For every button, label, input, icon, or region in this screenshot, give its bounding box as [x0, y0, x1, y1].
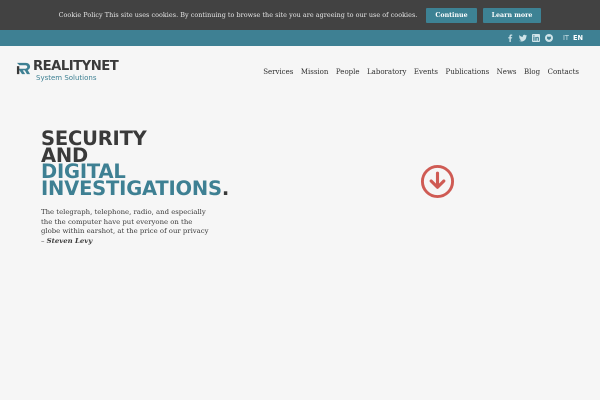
cookie-banner: Cookie Policy This site uses cookies. By…: [0, 0, 600, 30]
hero-heading: SECURITY AND DIGITAL INVESTIGATIONS.: [41, 129, 229, 199]
cookie-continue-button[interactable]: Continue: [426, 7, 477, 23]
facebook-icon[interactable]: [506, 34, 514, 42]
main-nav: Services Mission People Laboratory Event…: [263, 68, 579, 76]
site-logo[interactable]: REALITYNET System Solutions: [16, 59, 119, 82]
logo-name: REALITYNET: [33, 59, 119, 74]
nav-item-news[interactable]: News: [497, 68, 517, 76]
hero-investigations-text: INVESTIGATIONS: [41, 176, 222, 200]
lang-en-link[interactable]: EN: [573, 34, 583, 42]
nav-item-mission[interactable]: Mission: [301, 68, 329, 76]
nav-item-laboratory[interactable]: Laboratory: [367, 68, 406, 76]
hero-dot: .: [221, 176, 230, 200]
scroll-down-arrow-icon[interactable]: [420, 164, 455, 199]
nav-item-contacts[interactable]: Contacts: [548, 68, 579, 76]
nav-item-events[interactable]: Events: [414, 68, 438, 76]
nav-item-people[interactable]: People: [336, 68, 360, 76]
nav-item-services[interactable]: Services: [263, 68, 293, 76]
cookie-learn-more-button[interactable]: Learn more: [482, 7, 542, 23]
hero-quote: The telegraph, telephone, radio, and esp…: [41, 208, 213, 246]
language-switcher: IT EN: [563, 34, 583, 42]
nav-item-blog[interactable]: Blog: [524, 68, 540, 76]
logo-tagline: System Solutions: [36, 74, 97, 82]
nav-item-publications[interactable]: Publications: [446, 68, 490, 76]
hero-line-investigations: INVESTIGATIONS.: [41, 179, 229, 199]
linkedin-icon[interactable]: [531, 34, 540, 42]
cookie-message: Cookie Policy This site uses cookies. By…: [58, 11, 418, 19]
top-bar: IT EN: [0, 30, 600, 46]
quote-author: Steven Levy: [46, 236, 93, 245]
site-header: REALITYNET System Solutions Services Mis…: [0, 46, 600, 100]
logo-mark-icon: [16, 62, 31, 75]
twitter-icon[interactable]: [518, 34, 527, 42]
github-icon[interactable]: [544, 34, 553, 42]
social-links: [506, 34, 553, 42]
lang-it-link[interactable]: IT: [563, 34, 569, 42]
